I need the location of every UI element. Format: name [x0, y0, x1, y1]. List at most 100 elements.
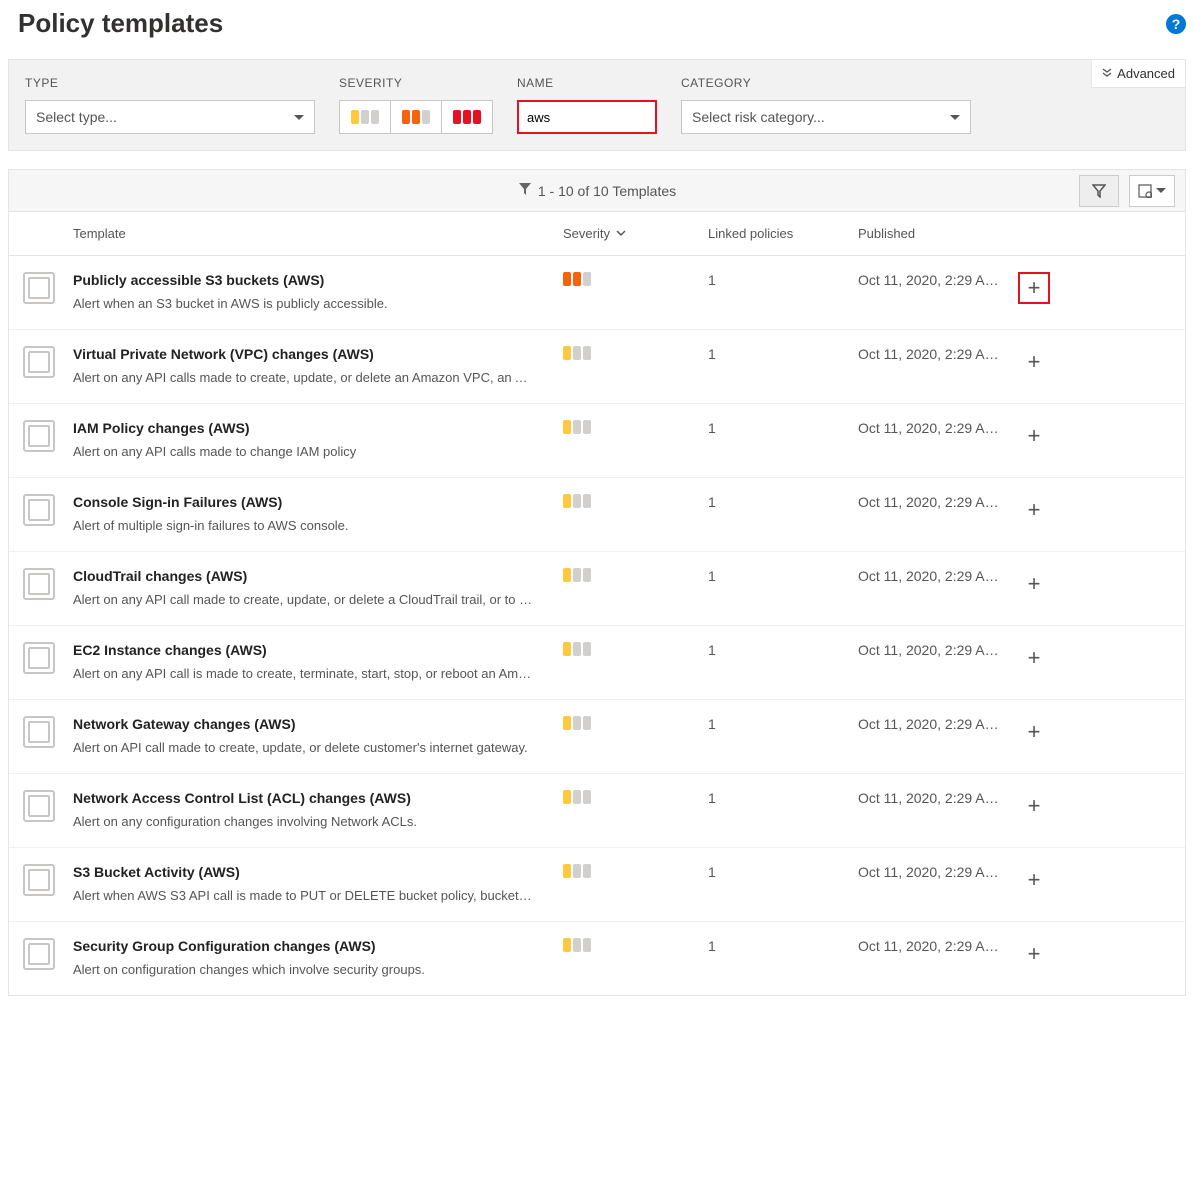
- chevron-down-icon: [294, 115, 304, 120]
- table-row[interactable]: EC2 Instance changes (AWS)Alert on any A…: [9, 626, 1185, 700]
- published-value: Oct 11, 2020, 2:29 A…: [858, 938, 1018, 954]
- type-select[interactable]: Select type...: [25, 100, 315, 134]
- add-button[interactable]: +: [1018, 642, 1050, 674]
- add-button[interactable]: +: [1018, 864, 1050, 896]
- severity-indicator: [563, 716, 591, 730]
- published-value: Oct 11, 2020, 2:29 A…: [858, 272, 1018, 288]
- severity-medium-button[interactable]: [390, 100, 442, 134]
- chevron-down-icon: [950, 115, 960, 120]
- chevron-down-icon: [1156, 188, 1166, 193]
- templates-table: 1 - 10 of 10 Templates Template Severity…: [8, 169, 1186, 996]
- add-button[interactable]: +: [1018, 716, 1050, 748]
- linked-policies-value: 1: [708, 938, 858, 954]
- add-button[interactable]: +: [1018, 938, 1050, 970]
- linked-policies-value: 1: [708, 568, 858, 584]
- published-value: Oct 11, 2020, 2:29 A…: [858, 716, 1018, 732]
- table-row[interactable]: Security Group Configuration changes (AW…: [9, 922, 1185, 995]
- linked-policies-value: 1: [708, 272, 858, 288]
- sev-block: [371, 110, 379, 124]
- severity-indicator: [563, 864, 591, 878]
- severity-low-button[interactable]: [339, 100, 391, 134]
- template-title: Network Access Control List (ACL) change…: [73, 790, 563, 806]
- severity-indicator: [563, 642, 591, 656]
- policy-icon: [23, 938, 55, 970]
- filter-icon: [518, 182, 532, 199]
- add-button[interactable]: +: [1018, 420, 1050, 452]
- template-description: Alert on any configuration changes invol…: [73, 814, 533, 829]
- severity-label: Severity: [563, 226, 610, 241]
- results-count: 1 - 10 of 10 Templates: [538, 183, 676, 199]
- sev-block: [351, 110, 359, 124]
- policy-icon: [23, 346, 55, 378]
- policy-icon: [23, 642, 55, 674]
- name-label: NAME: [517, 76, 657, 90]
- col-linked[interactable]: Linked policies: [708, 226, 858, 241]
- linked-policies-value: 1: [708, 346, 858, 362]
- table-row[interactable]: Network Gateway changes (AWS)Alert on AP…: [9, 700, 1185, 774]
- category-select[interactable]: Select risk category...: [681, 100, 971, 134]
- add-button[interactable]: +: [1018, 494, 1050, 526]
- table-row[interactable]: Virtual Private Network (VPC) changes (A…: [9, 330, 1185, 404]
- template-description: Alert on any API call made to create, up…: [73, 592, 533, 607]
- severity-high-button[interactable]: [441, 100, 493, 134]
- linked-policies-value: 1: [708, 790, 858, 806]
- template-title: Security Group Configuration changes (AW…: [73, 938, 563, 954]
- published-value: Oct 11, 2020, 2:29 A…: [858, 790, 1018, 806]
- severity-indicator: [563, 420, 591, 434]
- template-description: Alert when an S3 bucket in AWS is public…: [73, 296, 533, 311]
- chevron-down-icon: [616, 230, 626, 238]
- template-description: Alert on any API calls made to change IA…: [73, 444, 533, 459]
- type-label: TYPE: [25, 76, 315, 90]
- severity-indicator: [563, 790, 591, 804]
- settings-icon: [1138, 184, 1152, 198]
- linked-policies-value: 1: [708, 716, 858, 732]
- col-published[interactable]: Published: [858, 226, 1018, 241]
- table-settings-button[interactable]: [1129, 175, 1175, 207]
- sev-block: [412, 110, 420, 124]
- published-value: Oct 11, 2020, 2:29 A…: [858, 864, 1018, 880]
- type-placeholder: Select type...: [36, 109, 117, 125]
- table-row[interactable]: S3 Bucket Activity (AWS) Alert when AWS S…: [9, 848, 1185, 922]
- name-input[interactable]: [517, 100, 657, 134]
- policy-icon: [23, 790, 55, 822]
- add-button[interactable]: +: [1018, 568, 1050, 600]
- published-value: Oct 11, 2020, 2:29 A…: [858, 494, 1018, 510]
- sev-block: [463, 110, 471, 124]
- severity-label: SEVERITY: [339, 76, 493, 90]
- severity-indicator: [563, 346, 591, 360]
- sev-block: [422, 110, 430, 124]
- template-title: Publicly accessible S3 buckets (AWS): [73, 272, 563, 288]
- col-template[interactable]: Template: [73, 226, 563, 241]
- template-description: Alert on API call made to create, update…: [73, 740, 533, 755]
- add-button[interactable]: +: [1018, 790, 1050, 822]
- severity-indicator: [563, 272, 591, 286]
- policy-icon: [23, 420, 55, 452]
- policy-icon: [23, 864, 55, 896]
- severity-indicator: [563, 568, 591, 582]
- table-row[interactable]: IAM Policy changes (AWS)Alert on any API…: [9, 404, 1185, 478]
- policy-icon: [23, 568, 55, 600]
- table-row[interactable]: CloudTrail changes (AWS) Alert on any API…: [9, 552, 1185, 626]
- severity-indicator: [563, 494, 591, 508]
- published-value: Oct 11, 2020, 2:29 A…: [858, 568, 1018, 584]
- template-description: Alert on any API call is made to create,…: [73, 666, 533, 681]
- template-title: CloudTrail changes (AWS): [73, 568, 563, 584]
- linked-policies-value: 1: [708, 494, 858, 510]
- template-description: Alert when AWS S3 API call is made to PU…: [73, 888, 533, 903]
- sev-block: [402, 110, 410, 124]
- add-button[interactable]: +: [1018, 272, 1050, 304]
- table-row[interactable]: Network Access Control List (ACL) change…: [9, 774, 1185, 848]
- template-title: S3 Bucket Activity (AWS): [73, 864, 563, 880]
- policy-icon: [23, 494, 55, 526]
- linked-policies-value: 1: [708, 642, 858, 658]
- severity-indicator: [563, 938, 591, 952]
- table-row[interactable]: Console Sign-in Failures (AWS)Alert of m…: [9, 478, 1185, 552]
- policy-icon: [23, 272, 55, 304]
- linked-policies-value: 1: [708, 864, 858, 880]
- table-row[interactable]: Publicly accessible S3 buckets (AWS) Aler…: [9, 256, 1185, 330]
- filter-button[interactable]: [1079, 175, 1119, 207]
- col-severity[interactable]: Severity: [563, 226, 708, 241]
- advanced-button[interactable]: Advanced: [1091, 59, 1186, 88]
- add-button[interactable]: +: [1018, 346, 1050, 378]
- help-button[interactable]: ?: [1166, 14, 1186, 34]
